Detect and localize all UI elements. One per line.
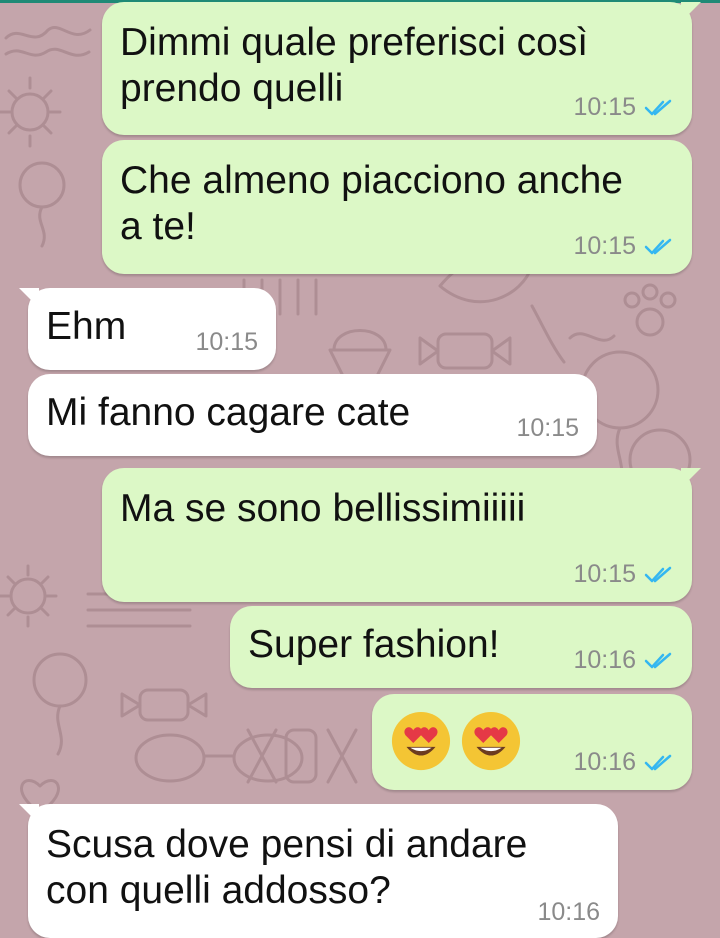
message-time: 10:15 — [573, 560, 636, 588]
message-text: Mi fanno cagare cate — [46, 391, 411, 434]
chat-thread[interactable]: Dimmi quale preferisci così prendo quell… — [0, 0, 720, 938]
message-time: 10:15 — [516, 414, 579, 442]
message-time: 10:16 — [573, 748, 636, 776]
double-check-icon — [644, 99, 672, 116]
message-text: Che almeno piacciono anche a te! — [120, 159, 624, 248]
message-bubble[interactable]: Ehm 10:15 — [19, 288, 276, 370]
message-meta: 10:16 — [573, 646, 674, 674]
message-bubble[interactable]: Dimmi quale preferisci così prendo quell… — [102, 2, 701, 135]
bubble-tail — [19, 288, 39, 308]
message-text: Ma se sono bellissimiiiii — [120, 487, 526, 530]
message-meta: 10:16 — [537, 898, 600, 926]
heart-eyes-emoji-icon — [461, 711, 521, 771]
message-bubble[interactable]: Super fashion! 10:16 — [230, 606, 692, 688]
message-meta: 10:15 — [195, 328, 258, 356]
message-time: 10:15 — [573, 93, 636, 121]
message-bubble[interactable]: Mi fanno cagare cate 10:15 — [28, 374, 597, 456]
message-time: 10:16 — [537, 898, 600, 926]
message-time: 10:15 — [573, 232, 636, 260]
double-check-icon — [644, 238, 672, 255]
message-meta: 10:15 — [573, 93, 674, 121]
double-check-icon — [644, 566, 672, 583]
message-meta: 10:15 — [573, 560, 674, 588]
double-check-icon — [644, 754, 672, 771]
bubble-tail — [681, 468, 701, 488]
message-meta: 10:16 — [573, 748, 674, 776]
message-meta: 10:15 — [573, 232, 674, 260]
bubble-tail — [19, 804, 39, 824]
double-check-icon — [644, 652, 672, 669]
message-time: 10:16 — [573, 646, 636, 674]
message-text: Ehm — [46, 305, 127, 348]
message-text: Scusa dove pensi di andare con quelli ad… — [46, 823, 528, 912]
message-bubble[interactable]: Scusa dove pensi di andare con quelli ad… — [19, 804, 618, 938]
bubble-tail — [681, 2, 701, 22]
message-time: 10:15 — [195, 328, 258, 356]
message-bubble[interactable]: Ma se sono bellissimiiiii 10:15 — [102, 468, 701, 602]
heart-eyes-emoji-icon — [391, 711, 451, 771]
message-text: Dimmi quale preferisci così prendo quell… — [120, 21, 589, 110]
message-text: Super fashion! — [248, 623, 500, 666]
message-meta: 10:15 — [516, 414, 579, 442]
emoji-row — [390, 710, 522, 772]
message-bubble[interactable]: 10:16 — [372, 694, 692, 790]
message-bubble[interactable]: Che almeno piacciono anche a te! 10:15 — [102, 140, 692, 274]
